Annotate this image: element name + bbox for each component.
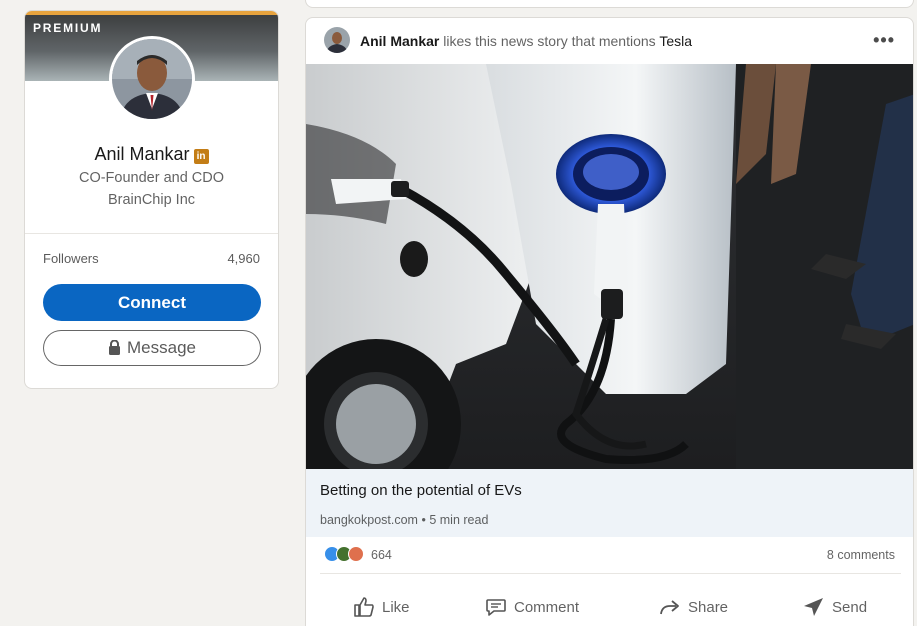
message-button-label: Message — [127, 338, 196, 357]
article-preview[interactable]: Betting on the potential of EVs bangkokp… — [306, 469, 913, 537]
comment-label: Comment — [514, 598, 580, 616]
profile-name-row: Anil Mankar in — [25, 144, 278, 165]
like-button[interactable]: Like — [352, 592, 410, 622]
send-label: Send — [832, 598, 868, 616]
comment-button[interactable]: Comment — [484, 592, 579, 622]
post-header: Anil Mankar likes this news story that m… — [306, 18, 913, 64]
more-options-icon[interactable]: ••• — [873, 30, 895, 51]
article-source: bangkokpost.com — [320, 513, 418, 527]
followers-count: 4,960 — [227, 251, 260, 266]
article-meta: bangkokpost.com • 5 min read — [320, 513, 488, 527]
article-title[interactable]: Betting on the potential of EVs — [320, 482, 522, 499]
article-read-time: 5 min read — [429, 513, 489, 527]
profile-card: PREMIUM Anil Mankar in CO-Founder and CDO… — [24, 10, 279, 389]
followers-label: Followers — [43, 251, 99, 266]
post-context-text: Anil Mankar likes this news story that m… — [360, 33, 692, 49]
comment-icon — [486, 599, 506, 616]
profile-avatar[interactable] — [109, 36, 195, 122]
article-image[interactable] — [306, 64, 913, 469]
message-button[interactable]: Message — [43, 330, 261, 366]
connect-button[interactable]: Connect — [43, 284, 261, 321]
profile-headline: CO-Founder and CDO — [78, 170, 225, 186]
profile-company: BrainChip Inc — [107, 192, 196, 208]
love-reaction-icon — [348, 546, 364, 562]
thumbs-up-icon — [354, 597, 374, 617]
premium-label: PREMIUM — [33, 21, 103, 35]
comments-count[interactable]: 8 comments — [827, 548, 895, 562]
share-arrow-icon — [660, 600, 679, 615]
context-action-text: likes this news story that mentions — [443, 33, 656, 49]
like-label: Like — [382, 598, 410, 616]
divider — [25, 233, 278, 234]
actor-avatar[interactable] — [324, 27, 350, 53]
feed-post-card: Anil Mankar likes this news story that m… — [305, 17, 914, 626]
meta-separator: • — [421, 513, 426, 527]
mentioned-company-link[interactable]: Tesla — [659, 33, 692, 49]
previous-post-card-edge — [305, 0, 914, 8]
reaction-count[interactable]: 664 — [371, 548, 392, 562]
share-label: Share — [688, 598, 729, 616]
linkedin-premium-badge-icon: in — [193, 149, 209, 164]
send-icon — [804, 598, 823, 616]
lock-icon — [109, 339, 120, 355]
send-button[interactable]: Send — [802, 592, 867, 622]
divider — [320, 573, 901, 574]
actor-name-link[interactable]: Anil Mankar — [360, 33, 439, 49]
share-button[interactable]: Share — [658, 592, 728, 622]
profile-name[interactable]: Anil Mankar — [94, 144, 189, 164]
